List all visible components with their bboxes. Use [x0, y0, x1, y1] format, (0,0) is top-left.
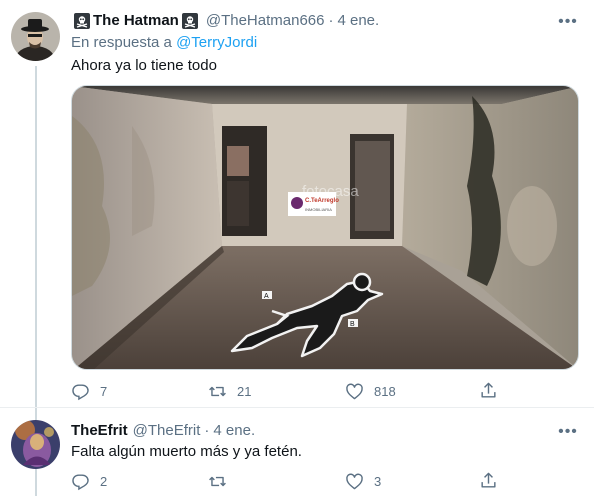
reply-icon	[72, 473, 89, 490]
separator: ·	[204, 422, 210, 439]
more-icon[interactable]: •••	[558, 12, 578, 32]
reply-button[interactable]: 2	[71, 471, 208, 491]
avatar[interactable]	[11, 420, 60, 469]
sign-sub: INMOBILIARIA	[305, 207, 332, 212]
share-button[interactable]	[479, 471, 498, 490]
tweet-text: Ahora ya lo tiene todo	[71, 57, 217, 74]
marker-b: B	[350, 321, 355, 328]
reply-icon	[72, 383, 89, 400]
retweet-count: 21	[237, 383, 252, 399]
reply-count: 7	[100, 383, 108, 399]
share-button[interactable]	[479, 381, 498, 400]
reply-count: 2	[100, 473, 108, 489]
author-handle[interactable]: @TheEfrit	[133, 421, 201, 441]
share-icon	[481, 382, 496, 398]
like-count: 818	[374, 383, 396, 399]
mention-link[interactable]: @TerryJordi	[176, 34, 257, 51]
reply-button[interactable]: 7	[71, 381, 208, 401]
share-icon	[481, 472, 496, 488]
retweet-button[interactable]	[208, 471, 345, 491]
separator: ·	[328, 12, 334, 29]
retweet-icon	[209, 476, 226, 486]
retweet-icon	[209, 386, 226, 396]
tweet-header: TheEfrit @TheEfrit · 4 ene.	[71, 421, 255, 441]
replying-to: En respuesta a @TerryJordi	[71, 34, 258, 51]
author-handle[interactable]: @TheHatman666	[206, 11, 325, 31]
skull-crossbones-icon	[181, 13, 198, 29]
tweet-hatman[interactable]: The Hatman @TheHatman666 · 4 ene. ••• En…	[0, 0, 594, 408]
skull-crossbones-icon	[74, 13, 90, 29]
author-name[interactable]: TheEfrit	[71, 421, 128, 441]
like-icon	[346, 383, 363, 399]
like-count: 3	[374, 473, 382, 489]
avatar[interactable]	[11, 12, 60, 61]
like-icon	[346, 473, 363, 489]
retweet-button[interactable]: 21	[208, 381, 345, 401]
tweet-header: The Hatman @TheHatman666 · 4 ene.	[71, 11, 379, 31]
tweet-date[interactable]: 4 ene.	[337, 11, 379, 31]
tweet-efrit[interactable]: TheEfrit @TheEfrit · 4 ene. ••• Falta al…	[0, 409, 594, 496]
tweet-date[interactable]: 4 ene.	[213, 421, 255, 441]
marker-a: A	[264, 293, 269, 300]
more-icon[interactable]: •••	[558, 422, 578, 442]
like-button[interactable]: 3	[345, 471, 482, 491]
author-name[interactable]: The Hatman	[71, 11, 201, 31]
tweet-image[interactable]: C.TeArreglo INMOBILIARIA fotocasa A B	[71, 85, 579, 370]
tweet-actions: 2 3	[71, 471, 511, 491]
tweet-actions: 7 21 818	[71, 381, 511, 401]
tweet-text: Falta algún muerto más y ya fetén.	[71, 443, 302, 460]
like-button[interactable]: 818	[345, 381, 482, 401]
watermark: fotocasa	[302, 183, 359, 200]
